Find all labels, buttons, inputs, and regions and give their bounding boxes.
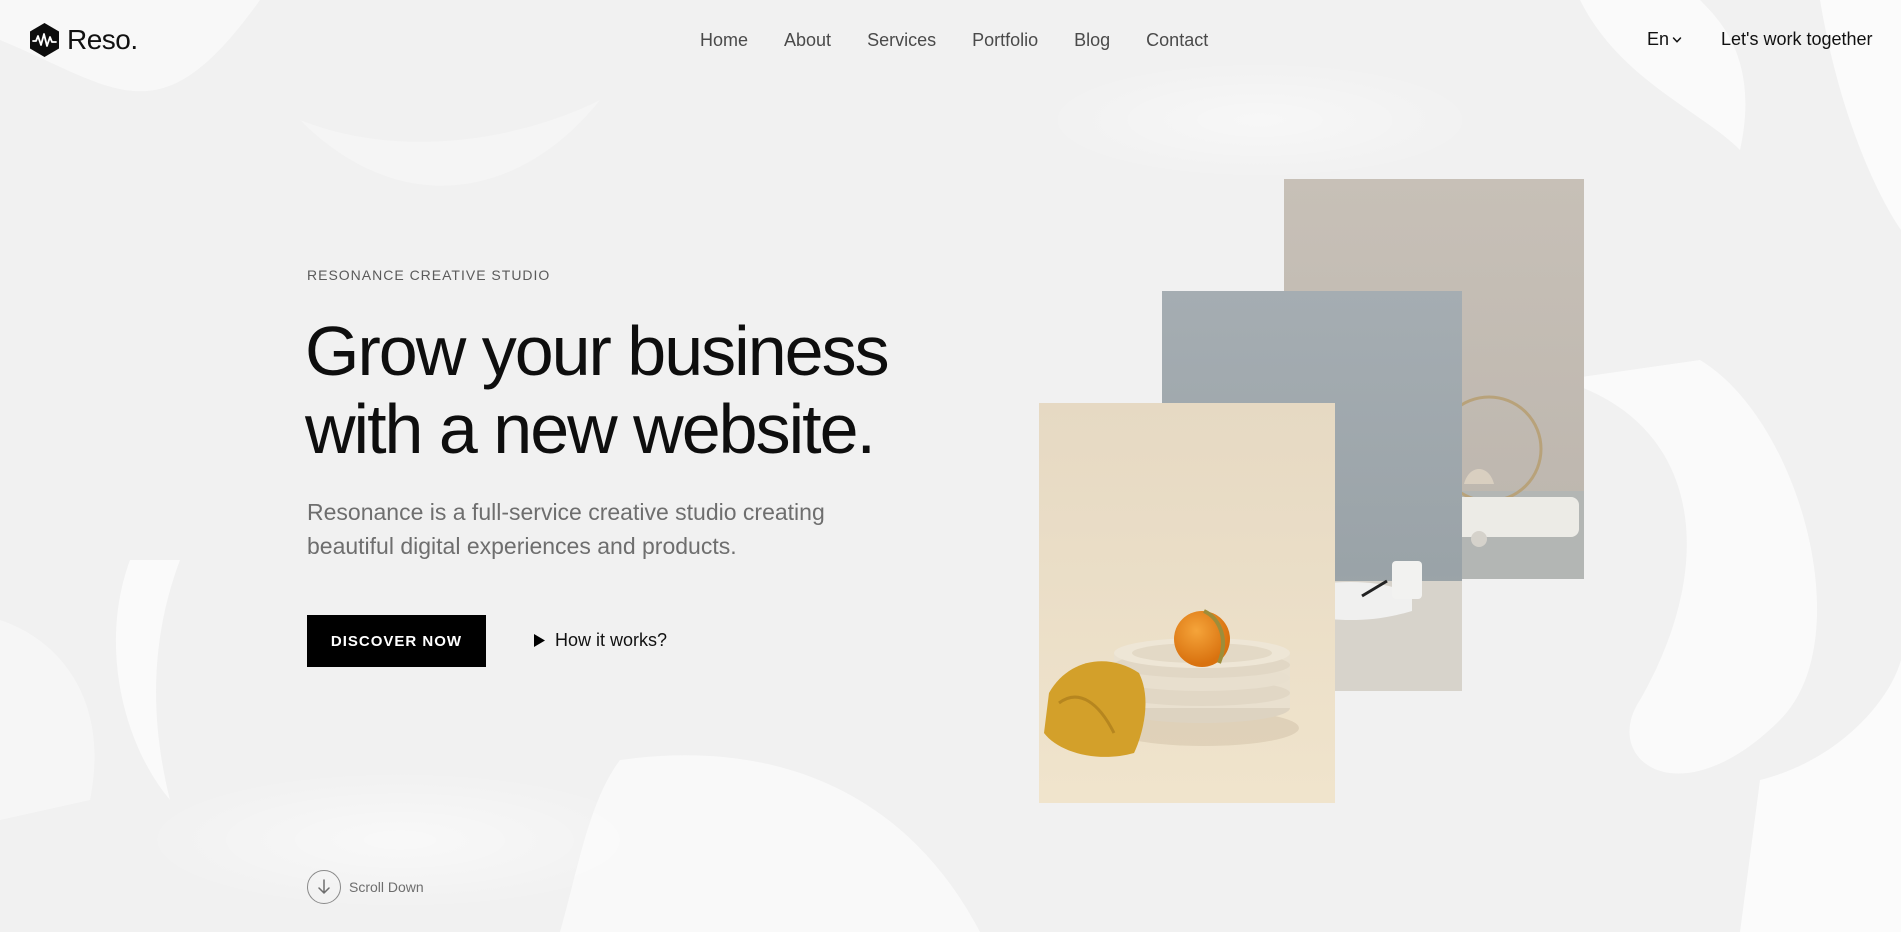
nav-item-home[interactable]: Home: [682, 28, 766, 53]
orange-on-plates-image: [1039, 403, 1335, 803]
site-header: Reso. Home About Services Portfolio Blog…: [0, 0, 1901, 80]
hero-headline: Grow your business with a new website.: [305, 312, 890, 468]
nav-item-about[interactable]: About: [766, 28, 849, 53]
wave-hexagon-icon: [30, 23, 59, 57]
scroll-circle: [307, 870, 341, 904]
how-it-works-link[interactable]: How it works?: [533, 630, 667, 651]
language-selector[interactable]: En: [1647, 29, 1682, 50]
arrow-down-icon: [318, 879, 330, 894]
work-together-link[interactable]: Let's work together: [1721, 29, 1873, 50]
brand-logo[interactable]: Reso.: [28, 22, 138, 58]
background-texture: [0, 0, 1901, 932]
hero-subtitle: Resonance is a full-service creative stu…: [307, 499, 825, 559]
nav-item-portfolio[interactable]: Portfolio: [954, 28, 1056, 53]
hero-headline-line-2: with a new website.: [305, 390, 876, 468]
language-label: En: [1647, 29, 1670, 49]
main-nav: Home About Services Portfolio Blog Conta…: [682, 28, 1226, 53]
hero-eyebrow: RESONANCE CREATIVE STUDIO: [307, 267, 551, 283]
chevron-down-icon: [1672, 36, 1682, 43]
nav-item-services[interactable]: Services: [849, 28, 954, 53]
discover-now-button[interactable]: DISCOVER NOW: [307, 615, 486, 667]
page: Reso. Home About Services Portfolio Blog…: [0, 0, 1901, 932]
how-it-works-label: How it works?: [555, 630, 668, 650]
scroll-down-label: Scroll Down: [349, 879, 424, 895]
hero-headline-line-1: Grow your business: [305, 312, 890, 390]
scroll-down-link[interactable]: Scroll Down: [307, 870, 424, 904]
nav-item-blog[interactable]: Blog: [1056, 28, 1128, 53]
nav-item-contact[interactable]: Contact: [1128, 28, 1226, 53]
hero-image-front: [1039, 403, 1335, 803]
brand-name: Reso.: [67, 24, 138, 55]
play-icon: [534, 634, 545, 647]
